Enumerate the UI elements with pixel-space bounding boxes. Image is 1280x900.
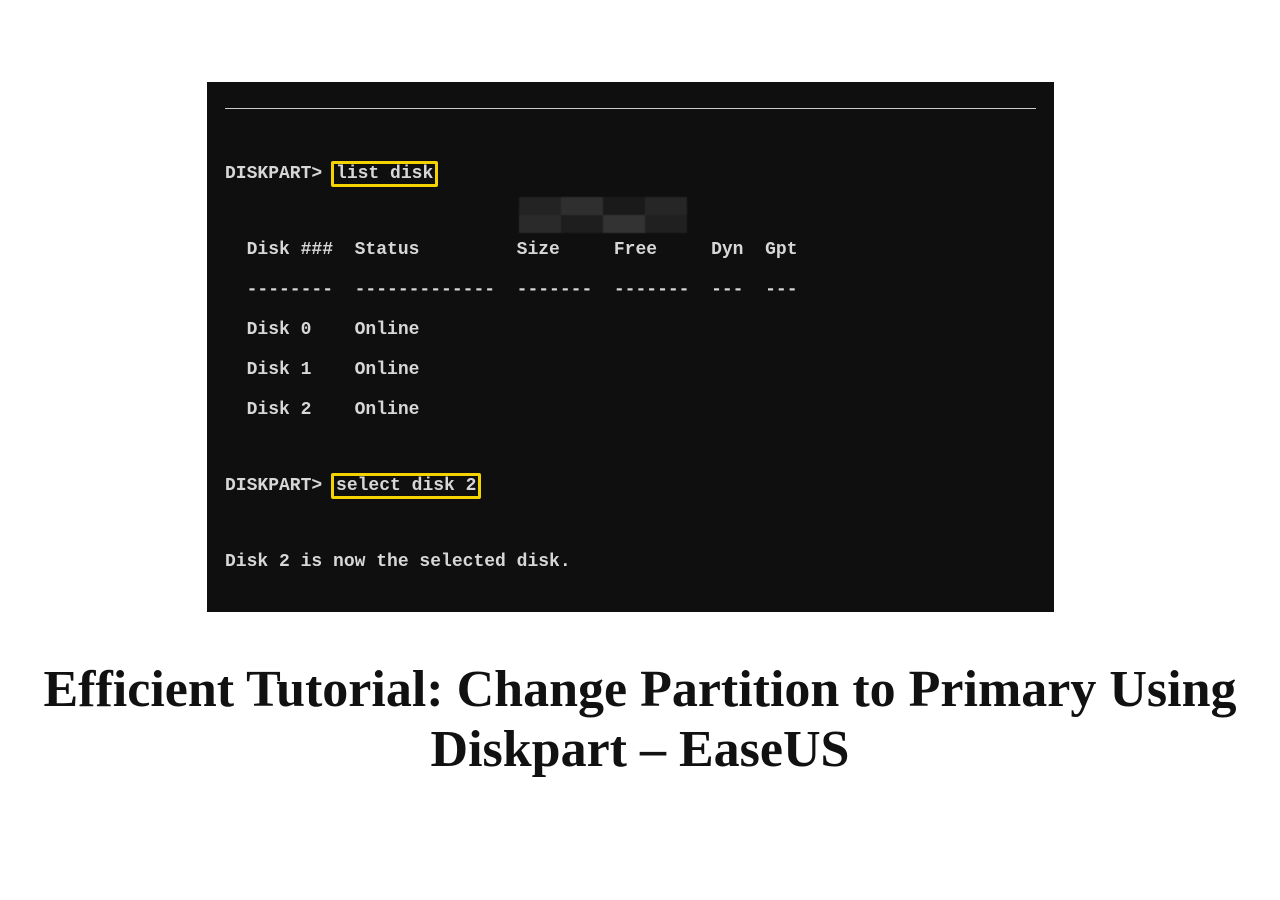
cmd-select-disk: select disk 2	[331, 473, 481, 499]
terminal-output: DISKPART> list disk Disk ### Status Size…	[225, 104, 1036, 612]
disk-row-1: Disk 1 Online	[225, 360, 1036, 380]
document-page: DISKPART> list disk Disk ### Status Size…	[0, 0, 1280, 900]
disk-row-0: Disk 0 Online	[225, 320, 1036, 340]
terminal-screenshot: DISKPART> list disk Disk ### Status Size…	[207, 82, 1054, 612]
cmd-list-disk: list disk	[331, 161, 438, 187]
msg-disk-selected: Disk 2 is now the selected disk.	[225, 552, 1036, 572]
prompt: DISKPART>	[225, 476, 322, 496]
disk-row-2: Disk 2 Online	[225, 400, 1036, 420]
disk-table-divider: -------- ------------- ------- ------- -…	[225, 280, 1036, 300]
prompt: DISKPART>	[225, 164, 322, 184]
disk-table-header: Disk ### Status Size Free Dyn Gpt	[225, 240, 1036, 260]
article-title: Efficient Tutorial: Change Partition to …	[0, 660, 1280, 780]
